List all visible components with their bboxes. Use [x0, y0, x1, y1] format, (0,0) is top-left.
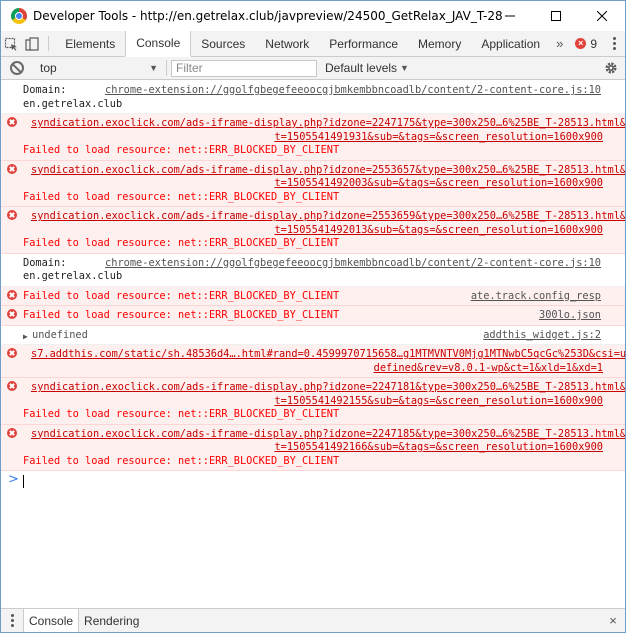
tab-network[interactable]: Network [255, 31, 319, 56]
console-message-error: syndication.exoclick.com/ads-iframe-disp… [1, 160, 625, 207]
error-icon [7, 163, 17, 174]
inspect-icon [5, 37, 18, 51]
resource-url[interactable]: syndication.exoclick.com/ads-iframe-disp… [31, 210, 625, 224]
console-message-error: s7.addthis.com/static/sh.48536d4….html#r… [1, 345, 625, 378]
clear-console-icon[interactable] [10, 61, 24, 75]
filter-divider [166, 60, 167, 76]
device-toolbar-button[interactable] [22, 31, 43, 56]
dropdown-arrow-icon: ▼ [400, 63, 409, 73]
window-controls [487, 1, 625, 31]
resource-url[interactable]: t=1505541491931&sub=&tags=&screen_resolu… [23, 131, 603, 145]
source-link[interactable]: 300lo.json [539, 309, 601, 323]
console-message-error: Failed to load resource: net::ERR_BLOCKE… [1, 286, 625, 306]
error-count-badge[interactable]: × 9 [569, 37, 603, 51]
close-icon [597, 11, 607, 21]
console-message-error: syndication.exoclick.com/ads-iframe-disp… [1, 424, 625, 471]
error-icon [7, 289, 17, 300]
expand-arrow-icon[interactable]: ▶ [23, 330, 28, 344]
console-message-error: syndication.exoclick.com/ads-iframe-disp… [1, 207, 625, 254]
drawer-tab-rendering[interactable]: Rendering [79, 609, 144, 632]
devtools-toolbar: Elements Console Sources Network Perform… [1, 31, 625, 57]
inspect-element-button[interactable] [1, 31, 22, 56]
resource-url[interactable]: s7.addthis.com/static/sh.48536d4….html#r… [31, 348, 625, 362]
resource-url[interactable]: syndication.exoclick.com/ads-iframe-disp… [31, 428, 625, 442]
drawer-menu-button[interactable] [1, 609, 23, 632]
console-message-error: syndication.exoclick.com/ads-iframe-disp… [1, 378, 625, 425]
console-message-info: Domain: en.getrelax.club chrome-extensio… [1, 81, 625, 114]
more-tabs-button[interactable]: » [550, 31, 569, 56]
prompt-chevron-icon: > [8, 472, 19, 487]
source-link[interactable]: ate.track.config_resp [471, 290, 601, 304]
error-count: 9 [590, 36, 597, 51]
drawer-tab-console[interactable]: Console [23, 609, 80, 632]
console-message-info: Domain: en.getrelax.club chrome-extensio… [1, 254, 625, 287]
title-bar: Developer Tools - http://en.getrelax.clu… [1, 1, 625, 31]
error-icon [7, 348, 17, 358]
maximize-button[interactable] [533, 1, 579, 31]
close-button[interactable] [579, 1, 625, 31]
tab-console[interactable]: Console [125, 31, 192, 57]
log-levels-dropdown[interactable]: Default levels ▼ [325, 61, 409, 75]
error-icon [7, 210, 17, 220]
maximize-icon [551, 11, 561, 21]
console-message-error: Failed to load resource: net::ERR_BLOCKE… [1, 306, 625, 326]
error-icon [7, 309, 17, 319]
error-text: Failed to load resource: net::ERR_BLOCKE… [23, 309, 340, 321]
filter-input[interactable] [171, 59, 317, 77]
toolbar-divider [48, 36, 50, 51]
devtools-window: Developer Tools - http://en.getrelax.clu… [0, 0, 626, 633]
source-link[interactable]: chrome-extension://ggolfgbegefeeoocgjbmk… [105, 84, 601, 98]
error-text: Failed to load resource: net::ERR_BLOCKE… [23, 408, 340, 420]
tab-elements[interactable]: Elements [55, 31, 125, 56]
source-link[interactable]: addthis_widget.js:2 [483, 329, 601, 343]
error-icon: × [575, 38, 587, 49]
console-filter-bar: top ▼ Default levels ▼ [1, 57, 625, 80]
error-text: Failed to load resource: net::ERR_BLOCKE… [23, 454, 340, 467]
window-title: Developer Tools - http://en.getrelax.clu… [33, 9, 503, 23]
error-icon [7, 117, 17, 127]
console-message-error: syndication.exoclick.com/ads-iframe-disp… [1, 114, 625, 161]
chrome-logo-icon [11, 8, 27, 24]
tab-sources[interactable]: Sources [191, 31, 255, 56]
console-messages[interactable]: Domain: en.getrelax.club chrome-extensio… [1, 81, 625, 608]
tab-application[interactable]: Application [471, 31, 550, 56]
resource-url[interactable]: syndication.exoclick.com/ads-iframe-disp… [31, 381, 625, 395]
resource-url[interactable]: defined&rev=v8.0.1-wp&ct=1&xld=1&xd=1 [23, 362, 603, 376]
text-caret [23, 475, 24, 488]
context-value: top [40, 61, 57, 75]
device-toggle-icon [25, 36, 39, 51]
console-prompt[interactable]: > [1, 471, 625, 489]
levels-label: Default levels [325, 61, 398, 75]
tab-performance[interactable]: Performance [319, 31, 408, 56]
devtools-menu-button[interactable] [603, 37, 625, 50]
console-message-log: ▶ undefined addthis_widget.js:2 [1, 326, 625, 345]
gear-icon [605, 62, 617, 74]
resource-url[interactable]: syndication.exoclick.com/ads-iframe-disp… [31, 164, 625, 178]
resource-url[interactable]: t=1505541492003&sub=&tags=&screen_resolu… [23, 177, 603, 191]
source-link[interactable]: chrome-extension://ggolfgbegefeeoocgjbmk… [105, 257, 601, 271]
error-icon [7, 427, 17, 438]
console-settings-button[interactable] [603, 60, 619, 76]
drawer-close-icon[interactable]: × [601, 609, 625, 632]
tab-memory[interactable]: Memory [408, 31, 471, 56]
error-icon [7, 381, 17, 391]
message-text: en.getrelax.club [23, 270, 123, 282]
dropdown-arrow-icon: ▼ [149, 63, 158, 73]
error-text: Failed to load resource: net::ERR_BLOCKE… [23, 144, 340, 156]
resource-url[interactable]: t=1505541492166&sub=&tags=&screen_resolu… [23, 441, 603, 455]
minimize-icon [505, 15, 515, 17]
resource-url[interactable]: t=1505541492013&sub=&tags=&screen_resolu… [23, 224, 603, 238]
resource-url[interactable]: t=1505541492155&sub=&tags=&screen_resolu… [23, 395, 603, 409]
resource-url[interactable]: syndication.exoclick.com/ads-iframe-disp… [31, 117, 625, 131]
message-text: en.getrelax.club [23, 97, 123, 110]
minimize-button[interactable] [487, 1, 533, 31]
error-text: Failed to load resource: net::ERR_BLOCKE… [23, 237, 340, 249]
drawer-toolbar: Console Rendering × [1, 608, 625, 632]
error-text: Failed to load resource: net::ERR_BLOCKE… [23, 190, 340, 203]
context-selector[interactable]: top ▼ [40, 61, 162, 75]
